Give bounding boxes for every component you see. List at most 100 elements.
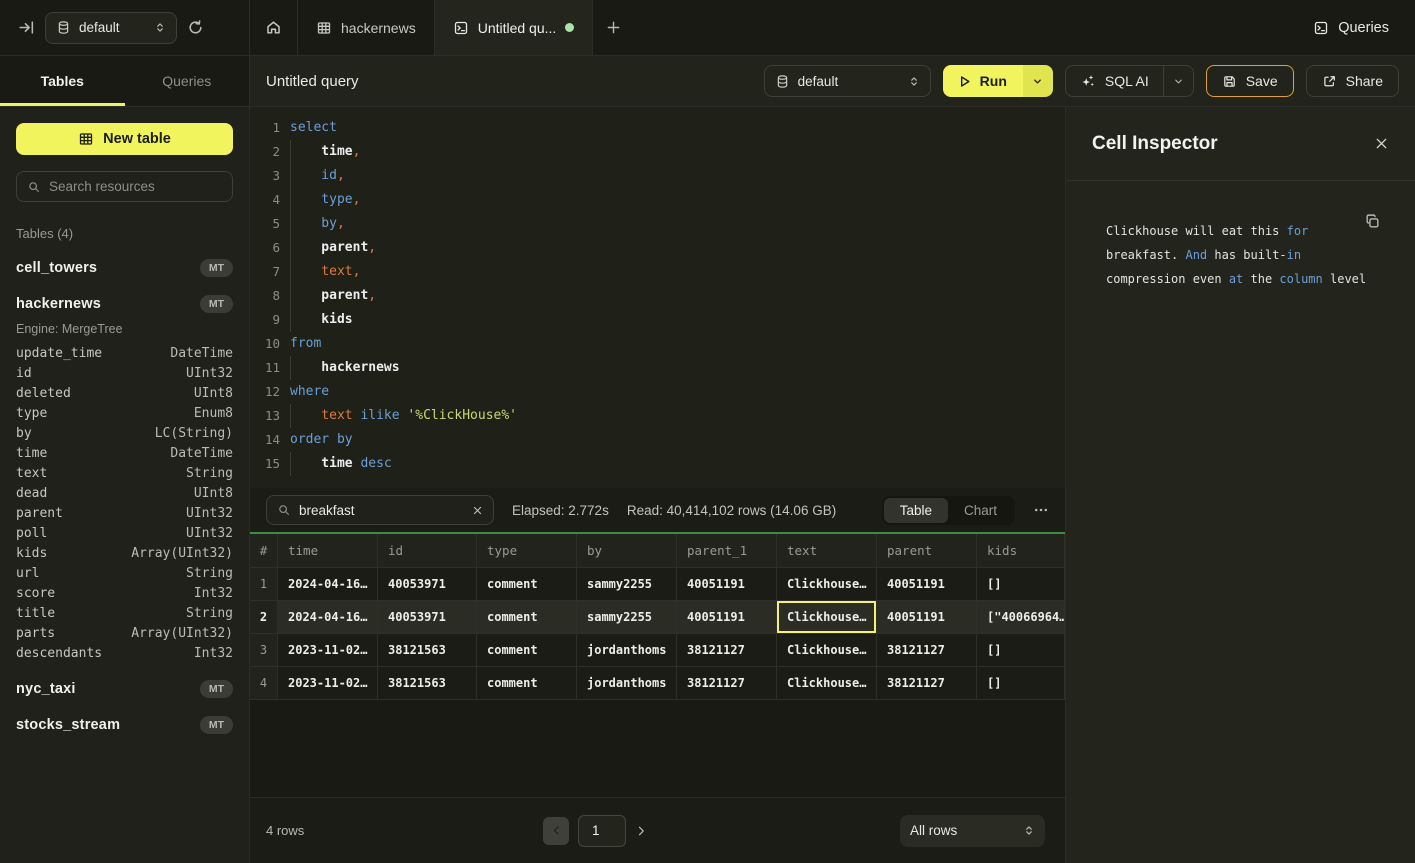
cell[interactable]: sammy2255 <box>577 568 677 601</box>
run-button[interactable]: Run <box>943 65 1023 97</box>
cell[interactable]: 40051191 <box>677 601 777 634</box>
sql-ai-caret[interactable] <box>1163 66 1193 96</box>
column-row: kidsArray(UInt32) <box>16 544 233 564</box>
sidebar-tab-tables[interactable]: Tables <box>0 56 125 106</box>
cell[interactable]: comment <box>477 667 577 700</box>
code-line[interactable]: 7 text, <box>250 260 1065 284</box>
run-options-caret[interactable] <box>1023 65 1053 97</box>
clear-search-icon[interactable] <box>472 505 483 516</box>
cell[interactable]: 40053971 <box>378 568 477 601</box>
save-button[interactable]: Save <box>1206 65 1294 97</box>
code-line[interactable]: 9 kids <box>250 308 1065 332</box>
cell[interactable]: 40053971 <box>378 601 477 634</box>
code-line[interactable]: 4 type, <box>250 188 1065 212</box>
table-row: 32023-11-02…38121563commentjordanthoms38… <box>250 634 1065 667</box>
sql-editor[interactable]: 1select2 time,3 id,4 type,5 by,6 parent,… <box>250 107 1065 488</box>
code-line[interactable]: 6 parent, <box>250 236 1065 260</box>
cell[interactable]: 38121127 <box>877 667 977 700</box>
tab-untitled-query[interactable]: Untitled qu... <box>435 0 594 55</box>
cell[interactable]: 38121127 <box>877 634 977 667</box>
cell[interactable]: 2024-04-16… <box>278 568 378 601</box>
cell[interactable]: sammy2255 <box>577 601 677 634</box>
tab-home[interactable] <box>250 0 298 55</box>
sidebar-table-nyc-taxi[interactable]: nyc_taxi MT <box>16 680 233 698</box>
copy-icon[interactable] <box>1364 213 1381 230</box>
share-button[interactable]: Share <box>1306 65 1399 97</box>
code-line[interactable]: 8 parent, <box>250 284 1065 308</box>
prev-page-button[interactable] <box>543 817 569 845</box>
cell[interactable]: comment <box>477 568 577 601</box>
queries-button[interactable]: Queries <box>1313 20 1389 36</box>
cell[interactable]: 3 <box>250 634 278 667</box>
column-header[interactable]: # <box>250 534 278 568</box>
cell[interactable]: 40051191 <box>677 568 777 601</box>
refresh-icon[interactable] <box>187 19 204 36</box>
cell[interactable]: comment <box>477 634 577 667</box>
cell[interactable]: 38121563 <box>378 667 477 700</box>
cell[interactable]: [] <box>977 634 1065 667</box>
column-header[interactable]: text <box>777 534 877 568</box>
column-header[interactable]: parent <box>877 534 977 568</box>
code-line[interactable]: 1select <box>250 116 1065 140</box>
cell[interactable]: 1 <box>250 568 278 601</box>
view-tab-table[interactable]: Table <box>884 498 948 523</box>
sidebar-search[interactable] <box>16 171 233 202</box>
sidebar-table-stocks-stream[interactable]: stocks_stream MT <box>16 716 233 734</box>
results-search[interactable] <box>266 495 494 525</box>
cell[interactable]: ["40066964… <box>977 601 1065 634</box>
cell[interactable]: jordanthoms <box>577 634 677 667</box>
new-table-button[interactable]: New table <box>16 123 233 155</box>
cell[interactable]: Clickhouse… <box>777 601 877 634</box>
cell[interactable]: 2023-11-02… <box>278 634 378 667</box>
cell[interactable]: comment <box>477 601 577 634</box>
cell[interactable]: 2024-04-16… <box>278 601 378 634</box>
column-header[interactable]: time <box>278 534 378 568</box>
sql-ai-button[interactable]: SQL AI <box>1066 66 1163 96</box>
page-size-select[interactable]: All rows <box>900 815 1045 847</box>
column-header[interactable]: kids <box>977 534 1065 568</box>
sidebar-table-hackernews[interactable]: hackernews MT <box>16 295 233 313</box>
cell[interactable]: 4 <box>250 667 278 700</box>
code-line[interactable]: 13 text ilike '%ClickHouse%' <box>250 404 1065 428</box>
cell[interactable]: jordanthoms <box>577 667 677 700</box>
sidebar-tab-queries[interactable]: Queries <box>125 56 250 106</box>
cell[interactable]: 40051191 <box>877 601 977 634</box>
code-line[interactable]: 11 hackernews <box>250 356 1065 380</box>
column-header[interactable]: parent_1 <box>677 534 777 568</box>
column-header[interactable]: by <box>577 534 677 568</box>
cell[interactable]: 38121563 <box>378 634 477 667</box>
code-line[interactable]: 12where <box>250 380 1065 404</box>
toolbar-database-select[interactable]: default <box>764 65 931 97</box>
code-line[interactable]: 15 time desc <box>250 452 1065 476</box>
cell[interactable]: 38121127 <box>677 634 777 667</box>
sidebar-table-cell-towers[interactable]: cell_towers MT <box>16 259 233 277</box>
read-stat: Read: 40,414,102 rows (14.06 GB) <box>627 503 836 518</box>
cell[interactable]: 2 <box>250 601 278 634</box>
close-icon[interactable] <box>1374 136 1389 151</box>
code-line[interactable]: 3 id, <box>250 164 1065 188</box>
cell[interactable]: 40051191 <box>877 568 977 601</box>
cell[interactable]: Clickhouse… <box>777 634 877 667</box>
cell[interactable]: [] <box>977 568 1065 601</box>
new-tab-plus-icon[interactable] <box>593 0 633 55</box>
database-select[interactable]: default <box>45 12 177 44</box>
results-search-input[interactable] <box>299 503 464 518</box>
code-line[interactable]: 2 time, <box>250 140 1065 164</box>
cell[interactable]: Clickhouse… <box>777 568 877 601</box>
column-header[interactable]: type <box>477 534 577 568</box>
code-line[interactable]: 10from <box>250 332 1065 356</box>
collapse-sidebar-icon[interactable] <box>18 19 35 36</box>
sidebar-search-input[interactable] <box>49 179 222 194</box>
cell[interactable]: [] <box>977 667 1065 700</box>
cell[interactable]: Clickhouse… <box>777 667 877 700</box>
view-tab-chart[interactable]: Chart <box>948 498 1013 523</box>
column-header[interactable]: id <box>378 534 477 568</box>
more-options-icon[interactable] <box>1033 502 1049 518</box>
next-page-button[interactable] <box>635 825 647 837</box>
cell[interactable]: 38121127 <box>677 667 777 700</box>
code-line[interactable]: 14order by <box>250 428 1065 452</box>
tab-hackernews[interactable]: hackernews <box>298 0 435 55</box>
cell[interactable]: 2023-11-02… <box>278 667 378 700</box>
code-line[interactable]: 5 by, <box>250 212 1065 236</box>
page-number-input[interactable]: 1 <box>578 815 626 847</box>
